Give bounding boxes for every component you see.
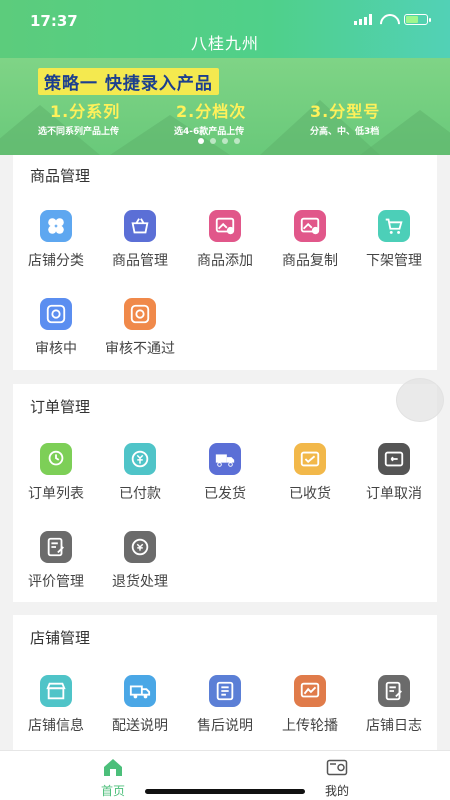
grid-item-label: 店铺信息	[28, 718, 84, 734]
grid-item-cart[interactable]: 下架管理	[351, 210, 437, 270]
grid-item-upload-banner[interactable]: 上传轮播	[267, 675, 353, 735]
cancel-order-icon	[378, 443, 410, 475]
promo-banner[interactable]: 策略一 快捷录入产品 1.分系列 2.分档次 3.分型号 选不同系列产品上传 选…	[0, 58, 450, 155]
banner-step-1-sub: 选不同系列产品上传	[38, 127, 120, 137]
banner-title: 策略一 快捷录入产品	[38, 68, 219, 95]
basket-icon	[124, 210, 156, 242]
grid-item-label: 店铺日志	[366, 718, 422, 734]
delivery-icon	[124, 675, 156, 707]
log-icon	[378, 675, 410, 707]
wallet-icon	[326, 759, 348, 776]
grid-item-image-add[interactable]: 商品添加	[182, 210, 268, 270]
grid-item-review-fail[interactable]: 审核不通过	[97, 298, 183, 358]
grid-item-label: 商品添加	[197, 253, 253, 269]
grid-item-delivery[interactable]: 配送说明	[97, 675, 183, 735]
category-icon	[40, 210, 72, 242]
grid-item-label: 退货处理	[112, 574, 168, 590]
grid-item-paid[interactable]: 已付款	[97, 443, 183, 503]
tab-mine[interactable]: 我的	[307, 757, 367, 799]
grid-item-label: 审核中	[35, 341, 77, 357]
grid-item-label: 已发货	[204, 486, 246, 502]
carousel-dot[interactable]	[222, 138, 228, 144]
image-add-icon	[209, 210, 241, 242]
received-icon	[294, 443, 326, 475]
grid-item-label: 订单取消	[366, 486, 422, 502]
app-header: 17:37 八桂九州	[0, 0, 450, 58]
section-title: 商品管理	[30, 167, 91, 185]
review-edit-icon	[40, 531, 72, 563]
status-icons	[354, 14, 431, 25]
tab-home[interactable]: 首页	[83, 757, 143, 799]
banner-step-1: 1.分系列	[50, 102, 121, 121]
grid-item-shop[interactable]: 店铺信息	[13, 675, 99, 735]
home-indicator	[145, 789, 305, 794]
carousel-dot[interactable]	[210, 138, 216, 144]
signal-icon	[354, 14, 372, 25]
grid-item-label: 下架管理	[366, 253, 422, 269]
grid-item-order-list[interactable]: 订单列表	[13, 443, 99, 503]
section-title: 店铺管理	[30, 629, 91, 647]
grid-item-log[interactable]: 店铺日志	[351, 675, 437, 735]
grid-item-label: 上传轮播	[282, 718, 338, 734]
grid-item-label: 已付款	[119, 486, 161, 502]
review-icon	[40, 298, 72, 330]
grid-item-label: 订单列表	[28, 486, 84, 502]
grid-item-label: 已收货	[289, 486, 331, 502]
paid-icon	[124, 443, 156, 475]
shop-icon	[40, 675, 72, 707]
truck-icon	[209, 443, 241, 475]
grid-item-label: 配送说明	[112, 718, 168, 734]
banner-step-2: 2.分档次	[176, 102, 247, 121]
grid-item-after-sale[interactable]: 售后说明	[182, 675, 268, 735]
return-icon	[124, 531, 156, 563]
grid-item-cancel-order[interactable]: 订单取消	[351, 443, 437, 503]
section-title: 订单管理	[30, 398, 91, 416]
grid-item-label: 评价管理	[28, 574, 84, 590]
banner-step-2-sub: 选4-6款产品上传	[174, 127, 245, 137]
grid-item-review-edit[interactable]: 评价管理	[13, 531, 99, 591]
grid-item-label: 商品管理	[112, 253, 168, 269]
page-title: 八桂九州	[190, 34, 259, 53]
grid-item-return[interactable]: 退货处理	[97, 531, 183, 591]
grid-item-truck[interactable]: 已发货	[182, 443, 268, 503]
carousel-dot[interactable]	[198, 138, 204, 144]
tab-mine-label: 我的	[324, 784, 349, 798]
home-icon	[104, 759, 122, 776]
after-sale-icon	[209, 675, 241, 707]
review-fail-icon	[124, 298, 156, 330]
grid-item-label: 商品复制	[282, 253, 338, 269]
tab-home-label: 首页	[100, 784, 125, 798]
grid-item-review[interactable]: 审核中	[13, 298, 99, 358]
image-copy-icon	[294, 210, 326, 242]
banner-step-3: 3.分型号	[310, 102, 381, 121]
carousel-dot[interactable]	[234, 138, 240, 144]
cart-icon	[378, 210, 410, 242]
upload-banner-icon	[294, 675, 326, 707]
grid-item-label: 审核不通过	[105, 341, 175, 357]
grid-item-received[interactable]: 已收货	[267, 443, 353, 503]
order-list-icon	[40, 443, 72, 475]
grid-item-image-copy[interactable]: 商品复制	[267, 210, 353, 270]
battery-icon	[404, 14, 431, 25]
banner-step-3-sub: 分高、中、低3档	[310, 127, 380, 137]
grid-item-category[interactable]: 店铺分类	[13, 210, 99, 270]
carousel-dots[interactable]	[198, 138, 240, 144]
grid-item-label: 店铺分类	[28, 253, 84, 269]
grid-item-basket[interactable]: 商品管理	[97, 210, 183, 270]
status-time: 17:37	[30, 12, 78, 30]
floating-assistive-button[interactable]	[396, 378, 444, 422]
grid-item-label: 售后说明	[197, 718, 253, 734]
wifi-icon	[380, 14, 396, 25]
